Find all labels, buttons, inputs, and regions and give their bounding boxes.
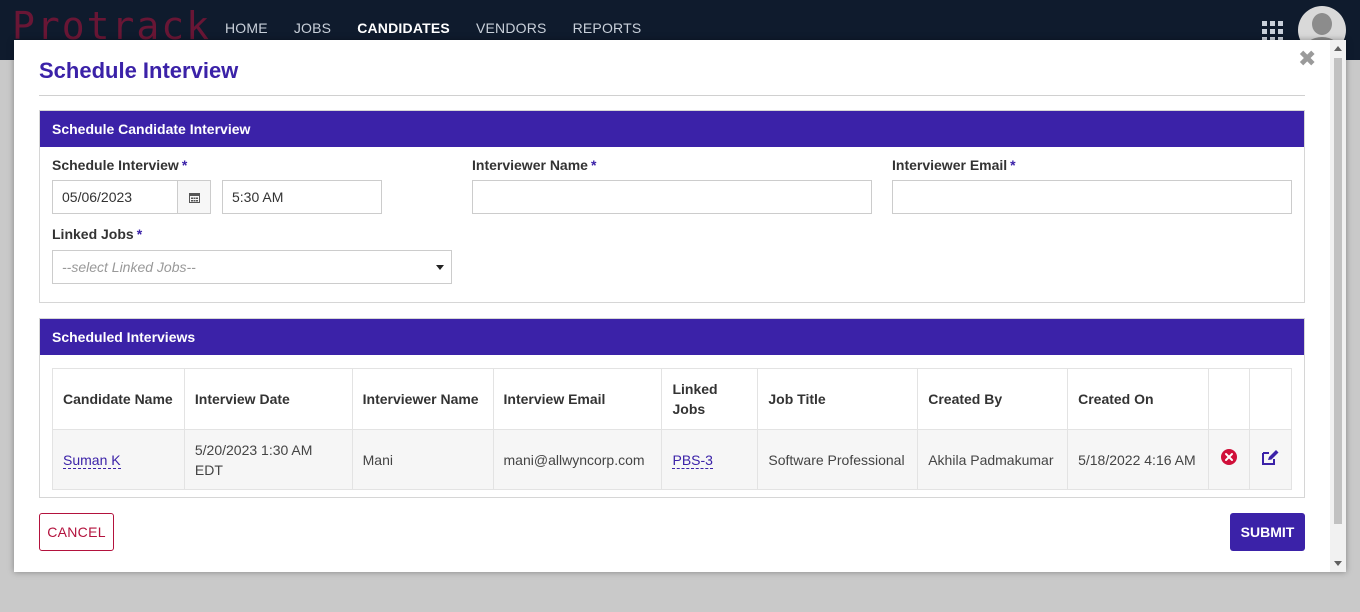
schedule-interview-label: Schedule Interview * [52, 157, 188, 173]
candidate-cell: Suman K [52, 429, 185, 490]
required-marker: * [1010, 157, 1016, 173]
interviewer-email-input[interactable] [892, 180, 1292, 214]
interviewer-email-label: Interviewer Email * [892, 157, 1016, 173]
nav-vendors[interactable]: VENDORS [476, 20, 547, 36]
column-header[interactable]: Linked Jobs [661, 368, 759, 430]
delete-cell [1207, 429, 1250, 490]
column-header[interactable]: Candidate Name [52, 368, 185, 430]
column-header [1207, 368, 1250, 430]
close-icon[interactable]: ✖ [1298, 46, 1316, 72]
column-header[interactable]: Job Title [757, 368, 919, 430]
interviewer-name-input[interactable] [472, 180, 872, 214]
panel-heading: Schedule Candidate Interview [40, 111, 1304, 147]
main-nav: HOME JOBS CANDIDATES VENDORS REPORTS [212, 20, 654, 36]
interview-date-input[interactable]: 05/06/2023 [52, 180, 178, 214]
select-placeholder: --select Linked Jobs-- [62, 259, 196, 275]
scroll-up-icon[interactable] [1334, 46, 1342, 51]
interviewer-cell: Mani [351, 429, 494, 490]
email-cell: mani@allwyncorp.com [492, 429, 663, 490]
required-marker: * [136, 226, 143, 242]
linked-jobs-cell: PBS-3 [661, 429, 759, 490]
candidate-link[interactable]: Suman K [63, 451, 121, 469]
interview-date-cell: 5/20/2023 1:30 AM EDT [183, 429, 353, 490]
chevron-down-icon [436, 265, 444, 270]
nav-jobs[interactable]: JOBS [294, 20, 331, 36]
column-header[interactable]: Created By [917, 368, 1069, 430]
scheduled-interviews-panel: Scheduled Interviews Candidate Name Inte… [39, 318, 1305, 498]
nav-reports[interactable]: REPORTS [573, 20, 642, 36]
cancel-button[interactable]: CANCEL [39, 513, 114, 551]
schedule-interview-modal: ✖ Schedule Interview Schedule Candidate … [14, 40, 1346, 572]
nav-candidates[interactable]: CANDIDATES [357, 20, 450, 36]
interviewer-name-label: Interviewer Name * [472, 157, 597, 173]
linked-jobs-select[interactable]: --select Linked Jobs-- [52, 250, 452, 284]
linked-jobs-label: Linked Jobs * [52, 226, 143, 242]
edit-icon[interactable] [1261, 449, 1280, 466]
created-by-cell: Akhila Padmakumar [917, 429, 1069, 490]
apps-grid-icon[interactable] [1262, 21, 1283, 42]
title-divider [39, 95, 1305, 96]
calendar-button[interactable] [177, 180, 211, 214]
linked-job-link[interactable]: PBS-3 [672, 451, 713, 469]
modal-title: Schedule Interview [39, 58, 239, 83]
table-row: Suman K 5/20/2023 1:30 AM EDT Mani mani@… [52, 429, 1293, 490]
submit-button[interactable]: SUBMIT [1230, 513, 1305, 551]
column-header[interactable]: Interviewer Name [351, 368, 494, 430]
modal-scrollbar[interactable] [1330, 40, 1346, 572]
column-header[interactable]: Interview Date [183, 368, 353, 430]
schedule-candidate-panel: Schedule Candidate Interview Schedule In… [39, 110, 1305, 303]
column-header[interactable]: Created On [1067, 368, 1209, 430]
delete-icon[interactable] [1220, 448, 1238, 466]
scroll-down-icon[interactable] [1334, 561, 1342, 566]
calendar-icon [189, 193, 200, 203]
nav-home[interactable]: HOME [225, 20, 268, 36]
required-marker: * [590, 157, 597, 173]
job-title-cell: Software Professional [757, 429, 919, 490]
scroll-thumb[interactable] [1334, 58, 1342, 524]
scheduled-interviews-table: Candidate Name Interview Date Interviewe… [52, 368, 1293, 490]
created-on-cell: 5/18/2022 4:16 AM [1067, 429, 1209, 490]
interview-time-input[interactable]: 5:30 AM [222, 180, 382, 214]
panel-heading: Scheduled Interviews [40, 319, 1304, 355]
table-header-row: Candidate Name Interview Date Interviewe… [52, 368, 1293, 430]
edit-cell [1248, 429, 1293, 490]
column-header [1248, 368, 1293, 430]
column-header[interactable]: Interview Email [492, 368, 663, 430]
required-marker: * [181, 157, 188, 173]
